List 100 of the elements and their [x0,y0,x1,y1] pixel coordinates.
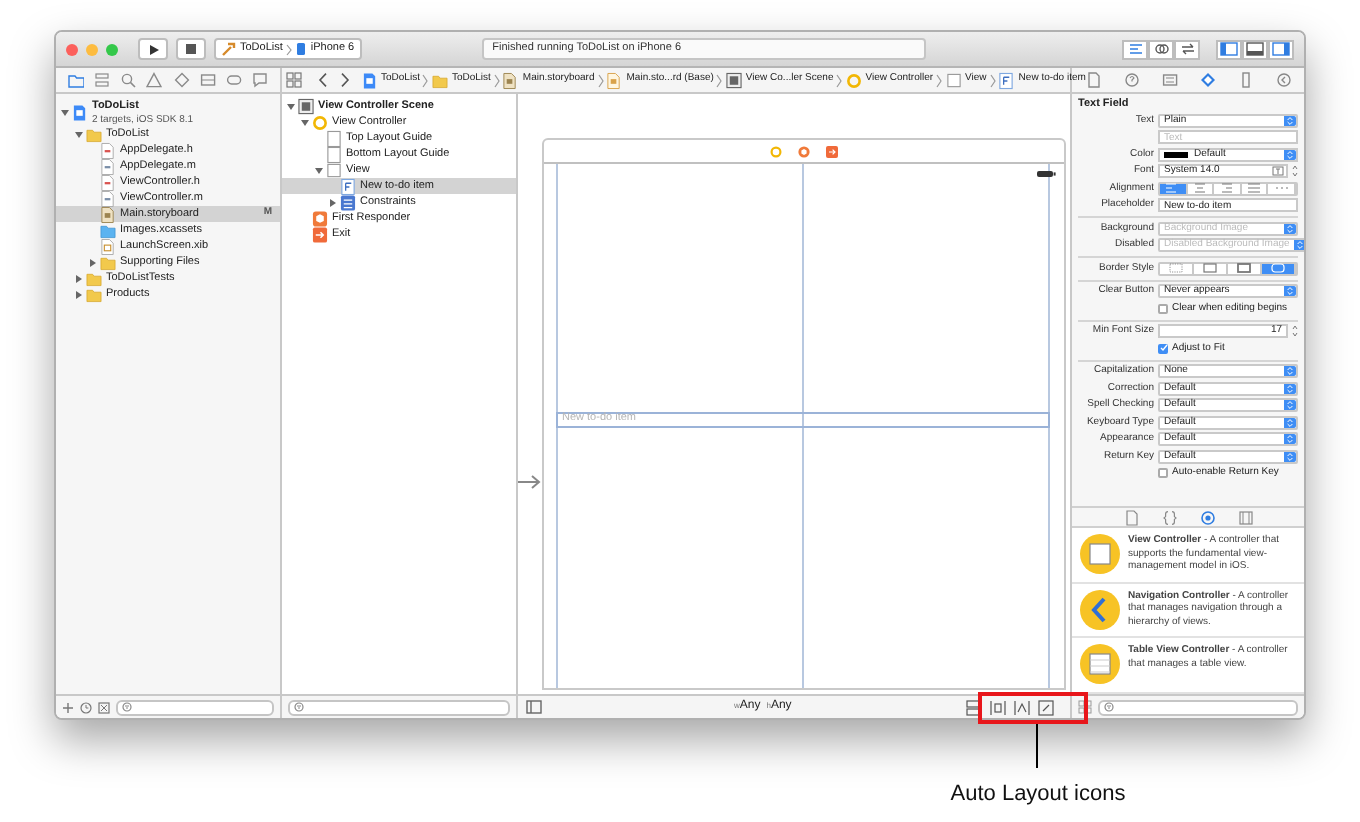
entry-arrow-icon [518,474,542,490]
add-button[interactable] [62,701,74,713]
font-picker-icon[interactable] [1272,166,1284,177]
code-snippets-tab[interactable] [1160,508,1178,526]
square-icon[interactable] [98,701,110,713]
cube-icon[interactable] [798,145,810,157]
disclosure-right-icon[interactable] [88,257,98,267]
resizing-button[interactable] [1038,699,1054,715]
stepper-arrows[interactable] [1284,383,1296,394]
exit-icon[interactable] [826,145,838,157]
stepper-arrows[interactable] [1284,366,1296,377]
test-navigator-tab[interactable] [171,70,192,90]
film-icon [1237,509,1253,525]
highlight-frame [978,692,1088,724]
stepper-arrows[interactable] [1284,451,1296,462]
issue-navigator-tab[interactable] [144,70,165,90]
debug-area-toggle[interactable] [1242,39,1268,59]
disclosure-down-icon[interactable] [286,101,296,111]
checkmark-icon [1159,344,1167,353]
connections-inspector-tab[interactable] [1274,71,1292,89]
find-navigator-tab[interactable] [118,70,139,90]
debug-navigator-tab[interactable] [197,70,218,90]
file-icon [1085,72,1101,88]
circle-icon[interactable] [770,145,782,157]
size-inspector-tab[interactable] [1236,71,1254,89]
checkbox[interactable] [1158,303,1168,314]
grid-icon[interactable] [1078,700,1092,714]
speech-bubble-icon [252,72,269,88]
file-inspector-tab[interactable] [1084,71,1102,89]
resizing-icon [1038,699,1054,715]
checkbox[interactable] [1158,468,1168,479]
zoom-button[interactable] [106,43,118,55]
stepper-arrows[interactable] [1284,400,1296,411]
close-button[interactable] [66,43,78,55]
utilities-toggle[interactable] [1268,39,1294,59]
assistant-editor-button[interactable] [1148,39,1174,59]
forward-button[interactable] [340,72,350,88]
stepper-arrows[interactable] [1284,115,1296,126]
help-icon [1123,72,1139,88]
filter-field[interactable] [288,699,510,715]
clock-icon[interactable] [80,701,92,713]
battery-icon [1036,170,1056,178]
stepper-arrows[interactable] [1284,149,1296,160]
stepper-arrows[interactable] [1284,223,1296,234]
stepper-arrows[interactable] [1293,240,1304,251]
symbol-navigator-tab[interactable] [91,70,112,90]
standard-editor-button[interactable] [1122,39,1148,59]
color-swatch [1164,151,1188,158]
align-button[interactable] [966,699,982,715]
plus-icon [62,701,74,713]
up-down-icon [1286,115,1294,126]
folder-icon [86,125,102,143]
align-center-icon [1191,182,1208,195]
chevron-icon [989,73,996,87]
filter-field[interactable] [116,699,274,715]
stepper-arrows[interactable] [1284,434,1296,445]
stepper-icon[interactable] [1292,324,1298,339]
resolve-issues-button[interactable] [1014,699,1030,715]
disclosure-down-icon[interactable] [74,129,84,139]
chevron-icon [286,43,293,55]
up-down-icon [1286,286,1294,297]
disclosure-right-icon[interactable] [74,273,84,283]
exit-icon [312,225,328,243]
stepper-arrows[interactable] [1284,417,1296,428]
version-editor-button[interactable] [1174,39,1200,59]
stepper-icon[interactable] [1292,164,1298,179]
object-library-tab[interactable] [1198,508,1216,526]
quick-help-tab[interactable] [1122,71,1140,89]
attributes-inspector-tab[interactable] [1198,71,1216,89]
media-library-tab[interactable] [1236,508,1254,526]
dotted-rectangle-icon [1168,262,1184,275]
breakpoint-navigator-tab[interactable] [224,70,245,90]
grid-icon[interactable] [286,72,302,88]
folder-icon [67,72,84,88]
cube-icon [312,209,328,227]
up-down-icon [1286,434,1294,445]
project-navigator-tab[interactable] [65,70,86,90]
panel-toggle-icon[interactable] [526,700,542,714]
disclosure-right-icon[interactable] [74,289,84,299]
segment-button[interactable] [1160,183,1188,194]
callout-label: Auto Layout icons [948,780,1128,810]
disclosure-down-icon[interactable] [60,107,70,117]
filter-icon [122,702,132,712]
stepper-arrows[interactable] [1284,286,1296,297]
up-down-icon [1286,383,1294,394]
report-navigator-tab[interactable] [250,70,271,90]
filter-icon [1104,702,1114,712]
play-icon [147,43,159,55]
run-button[interactable] [138,38,168,60]
justify-icon [1246,182,1263,195]
navigator-toggle[interactable] [1216,39,1242,59]
file-templates-tab[interactable] [1122,508,1140,526]
stop-button[interactable] [176,38,206,60]
pin-icon [990,699,1006,715]
pin-button[interactable] [990,699,1006,715]
up-down-icon [1286,149,1294,160]
segment-button[interactable] [1262,263,1296,274]
identity-inspector-tab[interactable] [1160,71,1178,89]
filter-field[interactable] [1098,699,1298,715]
back-button[interactable] [317,72,327,88]
